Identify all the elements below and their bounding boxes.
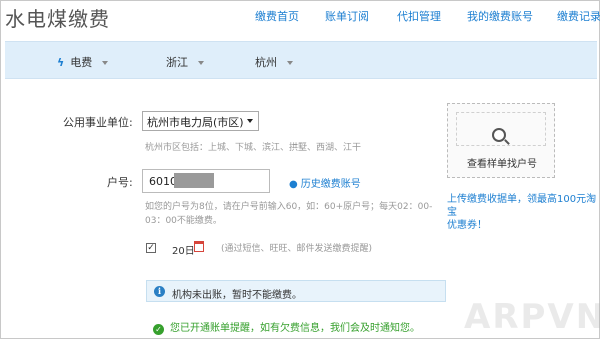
info-icon: i [154,286,165,297]
redaction-mask [174,173,214,188]
remind-checkbox[interactable]: ✓ [146,243,156,253]
promo-link[interactable]: 上传缴费收据单，领最高100元淘宝 优惠券！ [447,193,597,232]
category-label: 电费 [70,56,93,69]
province-select[interactable]: 浙江 [166,54,204,70]
history-account-link[interactable]: ● 历史缴费账号 [289,175,361,190]
utility-hint: 杭州市区包括：上城、下城、滨江、拱墅、西湖、江干 [145,143,362,153]
chevron-down-icon [287,61,293,65]
magnifier-icon [492,128,506,142]
watermark-logo: ARPVN [464,297,600,337]
utility-select[interactable]: 杭州市电力局(市区) [142,111,259,131]
info-notice: i 机构未出账，暂时不能缴费。 [146,280,446,302]
city-select[interactable]: 杭州 [255,54,293,70]
electricity-icon: ϟ [57,56,65,69]
region-bar: ϟ 电费 浙江 杭州 [5,41,597,79]
province-label: 浙江 [166,56,188,69]
account-hint-line1: 如您的户号为8位，请在户号前输入60，如：60+原户号；每天02：00- [145,202,433,212]
sample-bill-button[interactable]: 查看样单找户号 [447,103,555,178]
chevron-down-icon [102,61,109,65]
nav-home[interactable]: 缴费首页 [255,8,299,24]
history-account-label: 历史缴费账号 [300,179,361,190]
page-frame: 水电煤缴费 缴费首页 账单订阅 代扣管理 我的缴费账号 缴费记录 ϟ 电费 浙江 … [0,0,600,339]
chevron-down-icon [198,61,204,65]
nav-bill-subscribe[interactable]: 账单订阅 [325,8,369,24]
chevron-down-icon [247,119,253,123]
promo-line1: 上传缴费收据单，领最高100元淘宝 [447,194,597,218]
account-label: 户号: [107,176,133,189]
calendar-icon[interactable] [194,241,204,252]
check-circle-icon: ✓ [153,324,164,335]
reminder-enabled-text: 您已开通账单提醒，如有欠费信息，我们会及时通知您。 [170,323,420,334]
utility-value: 杭州市电力局(市区) [147,116,244,129]
nav-my-accounts[interactable]: 我的缴费账号 [467,8,533,24]
utility-label: 公用事业单位: [63,116,133,129]
nav-auto-debit[interactable]: 代扣管理 [397,8,441,24]
remind-hint: (通过短信、旺旺、邮件发送缴费提醒) [221,244,373,254]
remind-day: 20日 [172,246,195,257]
top-nav: 缴费首页 账单订阅 代扣管理 我的缴费账号 缴费记录 [1,8,600,24]
nav-payment-records[interactable]: 缴费记录 [557,8,600,24]
promo-line2: 优惠券！ [447,220,487,231]
notice-text: 机构未出账，暂时不能缴费。 [172,290,302,301]
category-select[interactable]: ϟ 电费 [57,54,109,70]
city-label: 杭州 [255,56,277,69]
person-icon: ● [289,179,298,190]
sample-bill-label: 查看样单找户号 [467,159,537,170]
account-hint-line2: 03：00不能缴费。 [145,216,222,226]
reminder-enabled-message: ✓ 您已开通账单提醒，如有欠费信息，我们会及时通知您。 [153,319,420,335]
